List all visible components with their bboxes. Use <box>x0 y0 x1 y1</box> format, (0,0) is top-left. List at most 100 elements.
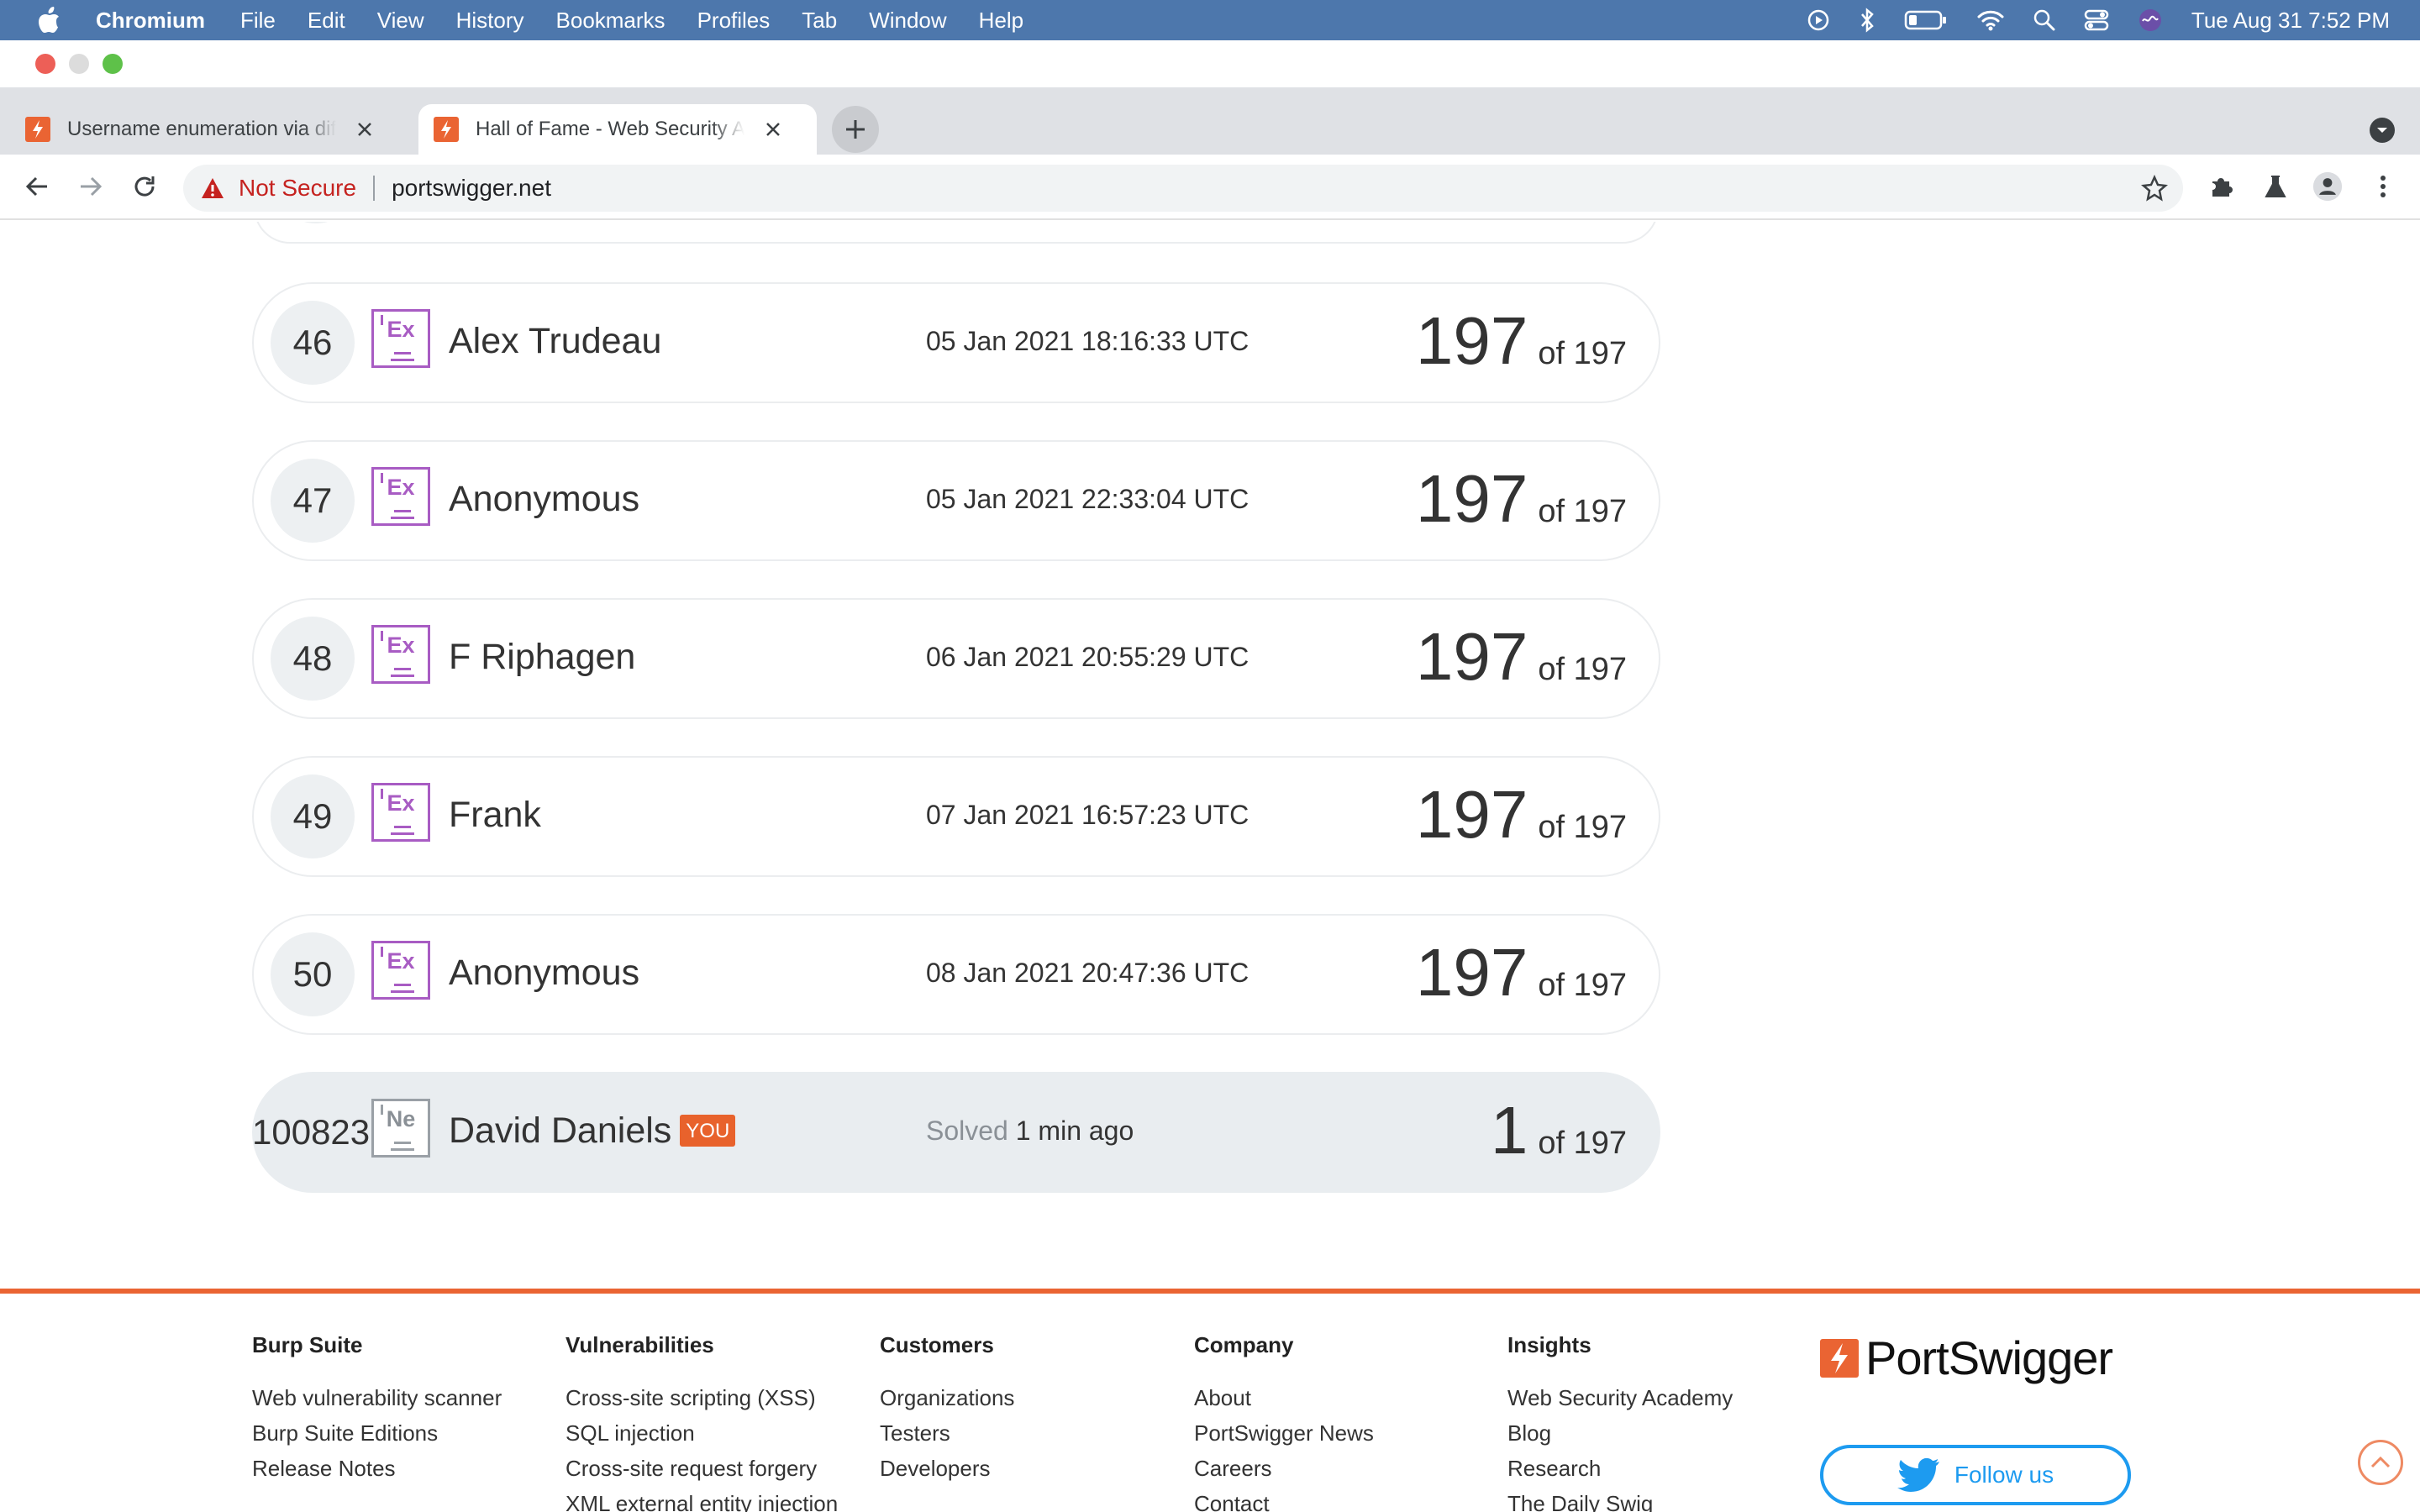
forward-button[interactable] <box>76 171 106 202</box>
portswigger-logo[interactable]: PortSwigger <box>1820 1331 2113 1385</box>
tab-close-icon[interactable] <box>763 119 783 139</box>
footer-link[interactable]: Release Notes <box>252 1456 502 1482</box>
menu-history[interactable]: History <box>456 8 524 34</box>
footer-heading: Burp Suite <box>252 1332 363 1357</box>
footer-link[interactable]: Developers <box>880 1456 1014 1482</box>
profile-button[interactable] <box>2312 171 2343 202</box>
avatar-icon <box>2312 171 2343 202</box>
leaderboard-row: 49 Ex Frank 07 Jan 2021 16:57:23 UTC 197… <box>252 756 1660 877</box>
score-value: 1 <box>1490 1093 1528 1168</box>
address-bar[interactable]: Not Secure portswigger.net <box>183 165 2183 212</box>
footer-link[interactable]: Contact <box>1194 1491 1374 1512</box>
menu-view[interactable]: View <box>377 8 424 34</box>
footer-link[interactable]: Organizations <box>880 1385 1014 1411</box>
warning-icon[interactable] <box>200 176 225 200</box>
window-zoom-button[interactable] <box>103 54 123 74</box>
macos-menu-bar: Chromium File Edit View History Bookmark… <box>0 0 2420 40</box>
footer-link[interactable]: Research <box>1507 1456 1733 1482</box>
menu-help[interactable]: Help <box>979 8 1023 34</box>
tab-search-button[interactable] <box>2370 118 2395 143</box>
footer-link[interactable]: Burp Suite Editions <box>252 1420 502 1446</box>
score: 1 of 197 <box>1491 1092 1627 1169</box>
footer-link[interactable]: Web Security Academy <box>1507 1385 1733 1411</box>
menu-file[interactable]: File <box>240 8 276 34</box>
expert-level-icon: Ex <box>371 309 430 368</box>
menu-profiles[interactable]: Profiles <box>697 8 771 34</box>
solved-prefix: Solved <box>926 1116 1008 1146</box>
play-icon[interactable] <box>1807 8 1830 32</box>
window-titlebar <box>0 40 2420 87</box>
siri-icon[interactable] <box>2138 8 2163 33</box>
bookmark-star-icon[interactable] <box>2141 175 2168 202</box>
player-name: Anonymous <box>449 953 640 993</box>
apple-logo-icon[interactable] <box>37 7 60 34</box>
footer-link[interactable]: Cross-site request forgery <box>566 1456 838 1482</box>
tab-username-enumeration[interactable]: Username enumeration via diff <box>25 108 403 151</box>
arrow-left-icon <box>25 176 47 197</box>
menu-bookmarks[interactable]: Bookmarks <box>556 8 666 34</box>
footer-link[interactable]: Web vulnerability scanner <box>252 1385 502 1411</box>
menu-edit[interactable]: Edit <box>308 8 345 34</box>
wifi-icon[interactable] <box>1976 9 2005 31</box>
menu-window[interactable]: Window <box>869 8 946 34</box>
reload-button[interactable] <box>129 171 160 202</box>
footer-heading: Company <box>1194 1332 1294 1357</box>
level-code: Ex <box>387 317 415 342</box>
window-close-button[interactable] <box>35 54 55 74</box>
level-code: Ex <box>387 633 415 658</box>
footer-link[interactable]: SQL injection <box>566 1420 838 1446</box>
leaderboard-row: 50 Ex Anonymous 08 Jan 2021 20:47:36 UTC… <box>252 914 1660 1035</box>
player-name: Anonymous <box>449 479 640 519</box>
plus-icon <box>846 120 865 139</box>
browser-menu-button[interactable] <box>2368 171 2398 202</box>
control-center-icon[interactable] <box>2084 8 2109 32</box>
score-value: 197 <box>1415 777 1528 852</box>
score-value: 197 <box>1415 303 1528 378</box>
solved-date: 07 Jan 2021 16:57:23 UTC <box>926 800 1249 830</box>
menu-app-name[interactable]: Chromium <box>96 8 205 34</box>
rank-badge: 47 <box>271 459 355 543</box>
follow-us-label: Follow us <box>1954 1462 2054 1488</box>
footer-heading: Vulnerabilities <box>566 1332 714 1357</box>
back-button[interactable] <box>22 171 52 202</box>
battery-icon[interactable] <box>1904 9 1948 31</box>
follow-us-button[interactable]: Follow us <box>1820 1445 2131 1505</box>
footer-link[interactable]: XML external entity injection <box>566 1491 838 1512</box>
bluetooth-icon[interactable] <box>1859 8 1876 33</box>
tab-hall-of-fame[interactable]: Hall of Fame - Web Security Ac <box>418 104 817 155</box>
url-text[interactable]: portswigger.net <box>392 175 551 202</box>
leaderboard-row: 48 Ex F Riphagen 06 Jan 2021 20:55:29 UT… <box>252 598 1660 719</box>
footer-link[interactable]: The Daily Swig <box>1507 1491 1733 1512</box>
solved-time: Solved 1 min ago <box>926 1116 1134 1147</box>
reload-icon <box>134 176 155 197</box>
footer-column-customers: Customers Organizations Testers Develope… <box>880 1332 1014 1491</box>
labs-button[interactable] <box>2260 171 2291 202</box>
footer-link[interactable]: PortSwigger News <box>1194 1420 1374 1446</box>
solved-date: 05 Jan 2021 18:16:33 UTC <box>926 326 1249 356</box>
footer-link[interactable]: About <box>1194 1385 1374 1411</box>
not-secure-label[interactable]: Not Secure <box>239 175 356 202</box>
expert-level-icon: Ex <box>371 467 430 526</box>
menu-clock[interactable]: Tue Aug 31 7:52 PM <box>2191 8 2390 34</box>
footer-link[interactable]: Blog <box>1507 1420 1733 1446</box>
score-value: 197 <box>1415 461 1528 536</box>
new-tab-button[interactable] <box>832 106 879 153</box>
spotlight-search-icon[interactable] <box>2033 9 2055 31</box>
player-name: F Riphagen <box>449 637 636 677</box>
score-total: of 197 <box>1538 968 1627 1003</box>
tab-close-icon[interactable] <box>355 119 375 139</box>
window-minimize-button[interactable] <box>69 54 89 74</box>
scroll-to-top-button[interactable] <box>2358 1440 2403 1485</box>
footer-link[interactable]: Careers <box>1194 1456 1374 1482</box>
footer-link[interactable]: Testers <box>880 1420 1014 1446</box>
extensions-button[interactable] <box>2207 171 2237 202</box>
novice-level-icon: Ne <box>371 1099 430 1158</box>
rank-badge: 48 <box>271 617 355 701</box>
score-value: 197 <box>1415 619 1528 694</box>
footer-link[interactable]: Cross-site scripting (XSS) <box>566 1385 838 1411</box>
menu-tab[interactable]: Tab <box>802 8 837 34</box>
solved-ago: 1 min ago <box>1015 1116 1134 1146</box>
chevron-up-icon <box>2370 1456 2391 1468</box>
rank-badge: 49 <box>271 774 355 858</box>
brand-name: PortSwigger <box>1865 1331 2113 1384</box>
